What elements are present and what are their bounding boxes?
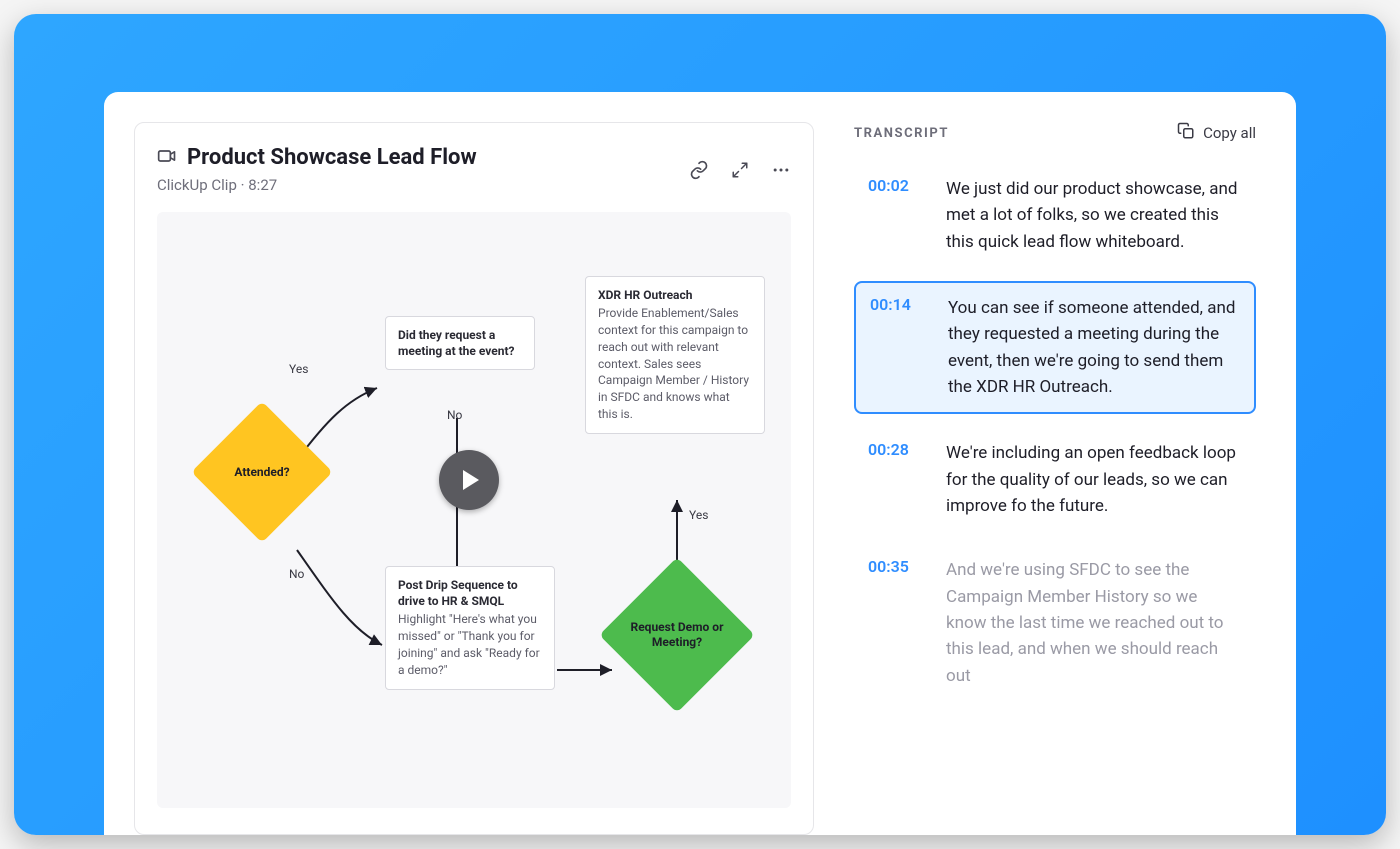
copy-all-button[interactable]: Copy all — [1177, 122, 1256, 144]
app-frame: Product Showcase Lead Flow ClickUp Clip … — [14, 14, 1386, 835]
copy-all-label: Copy all — [1203, 124, 1256, 142]
play-button[interactable] — [439, 450, 499, 510]
node-drip-sequence: Post Drip Sequence to drive to HR & SMQL… — [385, 566, 555, 690]
transcript-text: We just did our product showcase, and me… — [946, 176, 1242, 255]
transcript-time: 00:02 — [868, 176, 924, 255]
clip-header: Product Showcase Lead Flow ClickUp Clip … — [157, 145, 791, 194]
edge-label-no: No — [289, 567, 304, 581]
transcript-text: We're including an open feedback loop fo… — [946, 440, 1242, 519]
node-xdr-outreach: XDR HR Outreach Provide Enablement/Sales… — [585, 276, 765, 434]
transcript-item[interactable]: 00:02 We just did our product showcase, … — [854, 164, 1256, 267]
clip-subtitle: ClickUp Clip · 8:27 — [157, 176, 477, 194]
transcript-text: And we're using SFDC to see the Campaign… — [946, 557, 1242, 689]
transcript-heading: TRANSCRIPT — [854, 126, 949, 141]
decision-attended: Attended? — [212, 422, 312, 522]
edge-label-yes-2: Yes — [689, 508, 708, 522]
transcript-text: You can see if someone attended, and the… — [948, 295, 1240, 400]
transcript-list: 00:02 We just did our product showcase, … — [854, 164, 1256, 701]
link-icon[interactable] — [689, 160, 709, 180]
app-window: Product Showcase Lead Flow ClickUp Clip … — [104, 92, 1296, 835]
fade-mask — [854, 745, 1256, 835]
transcript-item-active[interactable]: 00:14 You can see if someone attended, a… — [854, 281, 1256, 414]
node-request-meeting: Did they request a meeting at the event? — [385, 316, 535, 370]
transcript-time: 00:14 — [870, 295, 926, 400]
edge-label-yes: Yes — [289, 362, 308, 376]
transcript-time: 00:28 — [868, 440, 924, 519]
video-camera-icon — [157, 146, 177, 170]
flowchart-canvas: Attended? Yes No No Yes Did they request… — [157, 212, 791, 808]
expand-icon[interactable] — [731, 161, 749, 179]
decision-request-demo: Request Demo or Meeting? — [622, 580, 732, 690]
copy-icon — [1177, 122, 1195, 144]
clip-card: Product Showcase Lead Flow ClickUp Clip … — [134, 122, 814, 835]
transcript-time: 00:35 — [868, 557, 924, 689]
transcript-panel: TRANSCRIPT Copy all 00:02 We just did ou… — [854, 122, 1256, 835]
more-icon[interactable] — [771, 160, 791, 180]
transcript-item[interactable]: 00:35 And we're using SFDC to see the Ca… — [854, 545, 1256, 701]
clip-title: Product Showcase Lead Flow — [187, 145, 477, 170]
edge-label-no-2: No — [447, 408, 462, 422]
transcript-item[interactable]: 00:28 We're including an open feedback l… — [854, 428, 1256, 531]
